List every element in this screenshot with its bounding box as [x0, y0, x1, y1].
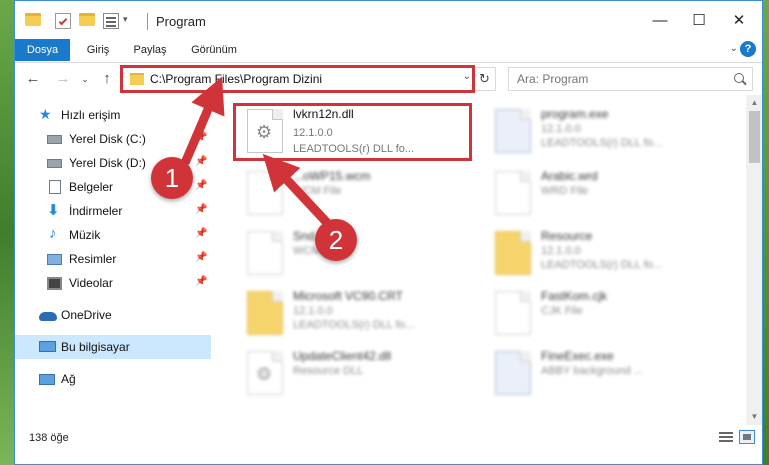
- sidebar-item-onedrive[interactable]: OneDrive: [15, 303, 211, 327]
- status-bar: 138 öğe: [15, 425, 762, 464]
- sidebar-item-downloads[interactable]: ⬇ İndirmeler 📌: [15, 199, 211, 223]
- ribbon-tabs: Dosya Giriş Paylaş Görünüm ⌄ ?: [15, 37, 762, 63]
- title-bar: ▾ Program — ☐ ✕: [15, 1, 762, 41]
- refresh-icon[interactable]: ↻: [473, 68, 495, 90]
- pin-icon[interactable]: 📌: [195, 276, 207, 287]
- file-icon: [495, 291, 531, 335]
- search-box[interactable]: [508, 67, 753, 91]
- up-arrow-icon[interactable]: ↑: [97, 69, 117, 89]
- computer-icon: [39, 341, 56, 352]
- file-item[interactable]: Microsoft VC90.CRT 12.1.0.0 LEADTOOLS(r)…: [239, 283, 479, 347]
- scroll-down-arrow-icon[interactable]: ▼: [746, 409, 762, 425]
- minimize-button[interactable]: —: [645, 9, 675, 33]
- folder-icon: [495, 231, 531, 275]
- sidebar-item-music[interactable]: ♪ Müzik 📌: [15, 223, 211, 247]
- network-icon: [39, 374, 55, 385]
- back-arrow-icon[interactable]: ←: [23, 69, 43, 89]
- scroll-thumb[interactable]: [749, 111, 760, 163]
- maximize-button[interactable]: ☐: [684, 9, 714, 33]
- properties-icon[interactable]: [55, 13, 71, 29]
- desktop-background-left: [0, 0, 14, 465]
- file-item[interactable]: FastKom.cjk CJK File: [487, 283, 727, 347]
- file-item[interactable]: program.exe 12.1.0.0 LEADTOOLS(r) DLL fo…: [487, 101, 727, 165]
- address-highlight-box: [120, 65, 475, 93]
- file-item[interactable]: Resource 12.1.0.0 LEADTOOLS(r) DLL fo...: [487, 223, 727, 287]
- sidebar-item-local-disk-c[interactable]: Yerel Disk (C:) 📌: [15, 127, 211, 151]
- pin-icon[interactable]: 📌: [195, 132, 207, 143]
- download-icon: ⬇: [47, 202, 60, 219]
- sidebar-item-pictures[interactable]: Resimler 📌: [15, 247, 211, 271]
- file-icon: [247, 171, 283, 215]
- sidebar-item-quick-access[interactable]: ★ Hızlı erişim: [15, 103, 211, 127]
- tab-gorunum[interactable]: Görünüm: [183, 39, 245, 61]
- pin-icon[interactable]: 📌: [195, 204, 207, 215]
- desktop-background-right: [763, 0, 769, 465]
- file-highlight-box: [233, 103, 472, 161]
- tab-dosya[interactable]: Dosya: [15, 39, 70, 61]
- details-view-icon[interactable]: [718, 430, 734, 444]
- title-separator: [147, 13, 148, 30]
- close-button[interactable]: ✕: [724, 9, 754, 33]
- view-options-icon[interactable]: [103, 13, 119, 29]
- item-count: 138 öğe: [29, 432, 69, 444]
- navigation-pane: ★ Hızlı erişim Yerel Disk (C:) 📌 Yerel D…: [15, 95, 211, 425]
- expand-ribbon-chevron-icon[interactable]: ⌄: [730, 43, 738, 54]
- window-title: Program: [156, 14, 206, 29]
- new-folder-icon[interactable]: [79, 13, 95, 29]
- large-icons-view-icon[interactable]: [739, 430, 755, 444]
- recent-locations-chevron-icon[interactable]: ⌄: [75, 69, 95, 89]
- cloud-icon: [39, 312, 57, 321]
- pictures-icon: [47, 254, 62, 265]
- step-badge-1: 1: [151, 157, 193, 199]
- tab-paylas[interactable]: Paylaş: [127, 39, 173, 61]
- videos-icon: [47, 277, 62, 290]
- sidebar-item-videos[interactable]: Videolar 📌: [15, 271, 211, 295]
- music-icon: ♪: [49, 225, 57, 242]
- pin-icon[interactable]: 📌: [195, 228, 207, 239]
- documents-icon: [49, 180, 61, 194]
- exe-file-icon: [495, 109, 531, 153]
- pin-icon[interactable]: 📌: [195, 180, 207, 191]
- file-item[interactable]: UpdateClient42.dll Resource DLL: [239, 343, 479, 407]
- star-icon: ★: [39, 106, 52, 122]
- scroll-up-arrow-icon[interactable]: ▲: [746, 95, 762, 111]
- search-icon: [734, 73, 744, 83]
- customize-toolbar-chevron-icon[interactable]: ▾: [123, 14, 128, 25]
- pin-icon[interactable]: 📌: [195, 252, 207, 263]
- sidebar-item-network[interactable]: Ağ: [15, 367, 211, 391]
- file-item[interactable]: Snd... .wcm WCM File: [239, 223, 479, 287]
- tab-giris[interactable]: Giriş: [77, 39, 119, 61]
- file-item[interactable]: Arabic.wrd WRD File: [487, 163, 727, 227]
- folder-icon: [25, 13, 41, 29]
- file-icon: [247, 231, 283, 275]
- sidebar-item-this-pc[interactable]: Bu bilgisayar: [15, 335, 211, 359]
- step-badge-2: 2: [315, 219, 357, 261]
- file-icon: [495, 171, 531, 215]
- drive-icon: [47, 135, 62, 144]
- drive-icon: [47, 159, 62, 168]
- vertical-scrollbar[interactable]: ▲ ▼: [746, 95, 762, 425]
- dll-file-icon: [247, 351, 283, 395]
- explorer-window: ▾ Program — ☐ ✕ Dosya Giriş Paylaş Görün…: [14, 0, 763, 465]
- folder-icon: [247, 291, 283, 335]
- file-item[interactable]: ...oWP15.wcm WCM File: [239, 163, 479, 227]
- exe-file-icon: [495, 351, 531, 395]
- pin-icon[interactable]: 📌: [195, 156, 207, 167]
- file-item[interactable]: FineExec.exe ABBY background ...: [487, 343, 727, 407]
- help-icon[interactable]: ?: [740, 41, 756, 57]
- search-input[interactable]: [517, 69, 727, 89]
- forward-arrow-icon[interactable]: →: [53, 69, 73, 89]
